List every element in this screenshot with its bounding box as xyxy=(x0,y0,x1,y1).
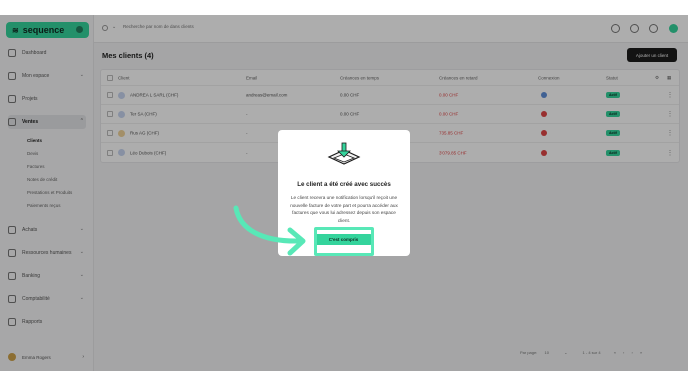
highlight-box xyxy=(314,227,374,256)
pointer-arrow-icon xyxy=(233,205,306,256)
download-inbox-icon xyxy=(327,142,361,165)
modal-title: Le client a été créé avec succès xyxy=(297,181,391,188)
